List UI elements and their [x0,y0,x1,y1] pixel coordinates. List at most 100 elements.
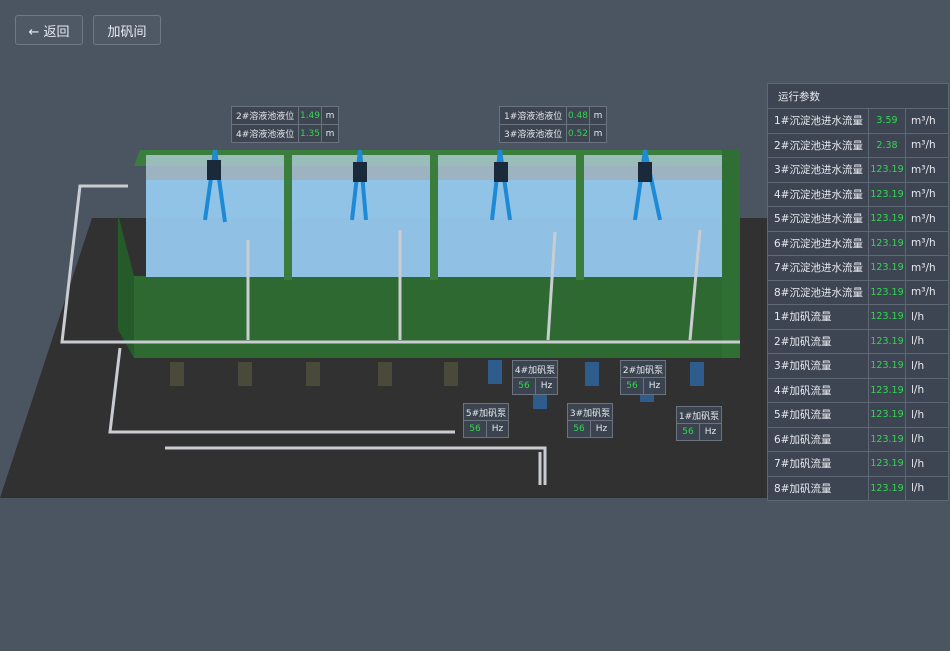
param-value: 123.19 [869,354,906,378]
param-name: 7#加矾流量 [768,452,869,476]
param-name: 8#加矾流量 [768,476,869,500]
param-name: 4#加矾流量 [768,378,869,402]
level-panel: 2#溶液池液位 1.49 m 4#溶液池液位 1.35 m [231,106,339,143]
level-value: 0.48 [567,107,590,124]
level-unit: m [325,110,335,121]
param-value: 123.19 [869,305,906,329]
pump-value: 56 [677,424,700,440]
param-value: 123.19 [869,280,906,304]
pump-name: 5#加矾泵 [464,404,508,421]
level-name: 3#溶液池液位 [500,125,567,142]
param-value: 123.19 [869,427,906,451]
param-unit: l/h [911,482,925,495]
back-button[interactable]: ← 返回 [15,15,83,45]
params-row: 8#加矾流量 123.19 l/h [768,476,948,500]
params-row: 4#沉淀池进水流量 123.19 m³/h [768,182,948,207]
param-value: 123.19 [869,329,906,353]
param-unit: m³/h [911,163,936,176]
pump-unit: Hz [540,381,553,391]
pump-value: 56 [568,421,591,437]
level-unit: m [593,110,603,121]
pump-value: 56 [513,378,536,394]
param-unit: m³/h [911,114,936,127]
param-name: 6#加矾流量 [768,427,869,451]
param-value: 123.19 [869,207,906,231]
pump-value: 56 [621,378,644,394]
params-row: 7#沉淀池进水流量 123.19 m³/h [768,256,948,281]
tank-compartment-4 [584,155,722,277]
level-unit: m [593,128,603,139]
param-unit: l/h [911,457,925,470]
param-unit: m³/h [911,286,936,299]
params-row: 2#沉淀池进水流量 2.38 m³/h [768,133,948,158]
params-row: 4#加矾流量 123.19 l/h [768,378,948,403]
param-name: 6#沉淀池进水流量 [768,231,869,255]
params-row: 6#加矾流量 123.19 l/h [768,427,948,452]
pump-value: 56 [464,421,487,437]
param-value: 123.19 [869,256,906,280]
param-unit: l/h [911,359,925,372]
tank-body-front [134,276,740,358]
params-row: 3#沉淀池进水流量 123.19 m³/h [768,158,948,183]
level-value: 0.52 [567,125,590,142]
param-value: 123.19 [869,182,906,206]
param-unit: l/h [911,408,925,421]
pump-name: 2#加矾泵 [621,361,665,378]
param-value: 123.19 [869,378,906,402]
pump-unit: Hz [595,424,608,434]
pump-label: 5#加矾泵 56 Hz [463,403,509,438]
param-name: 8#沉淀池进水流量 [768,280,869,304]
param-name: 2#沉淀池进水流量 [768,133,869,157]
params-row: 1#加矾流量 123.19 l/h [768,305,948,330]
params-row: 2#加矾流量 123.19 l/h [768,329,948,354]
pump-label: 4#加矾泵 56 Hz [512,360,558,395]
params-row: 5#沉淀池进水流量 123.19 m³/h [768,207,948,232]
params-row: 5#加矾流量 123.19 l/h [768,403,948,428]
param-unit: m³/h [911,139,936,152]
param-value: 3.59 [869,109,906,133]
pump-label: 3#加矾泵 56 Hz [567,403,613,438]
level-name: 1#溶液池液位 [500,107,567,124]
param-value: 123.19 [869,231,906,255]
pump-unit: Hz [648,381,661,391]
param-value: 123.19 [869,452,906,476]
param-unit: m³/h [911,261,936,274]
pump-name: 1#加矾泵 [677,407,721,424]
pump-unit: Hz [704,427,717,437]
param-name: 5#沉淀池进水流量 [768,207,869,231]
param-unit: l/h [911,335,925,348]
param-name: 2#加矾流量 [768,329,869,353]
param-value: 2.38 [869,133,906,157]
param-name: 1#加矾流量 [768,305,869,329]
params-title: 运行参数 [768,84,948,109]
dosing-room-button[interactable]: 加矾间 [93,15,161,45]
operating-params-panel: 运行参数 1#沉淀池进水流量 3.59 m³/h 2#沉淀池进水流量 2.38 m³/h 3… [767,83,949,501]
level-value: 1.35 [299,125,322,142]
pump-name: 3#加矾泵 [568,404,612,421]
pump-name: 4#加矾泵 [513,361,557,378]
param-name: 1#沉淀池进水流量 [768,109,869,133]
param-unit: l/h [911,433,925,446]
param-unit: l/h [911,384,925,397]
level-unit: m [325,128,335,139]
pump-label: 2#加矾泵 56 Hz [620,360,666,395]
params-row: 8#沉淀池进水流量 123.19 m³/h [768,280,948,305]
param-name: 4#沉淀池进水流量 [768,182,869,206]
level-value: 1.49 [299,107,322,124]
params-row: 3#加矾流量 123.19 l/h [768,354,948,379]
param-unit: l/h [911,310,925,323]
param-value: 123.19 [869,476,906,500]
params-row: 6#沉淀池进水流量 123.19 m³/h [768,231,948,256]
param-name: 7#沉淀池进水流量 [768,256,869,280]
params-row: 1#沉淀池进水流量 3.59 m³/h [768,109,948,134]
param-name: 3#加矾流量 [768,354,869,378]
params-row: 7#加矾流量 123.19 l/h [768,452,948,477]
param-name: 3#沉淀池进水流量 [768,158,869,182]
pump-unit: Hz [491,424,504,434]
param-value: 123.19 [869,158,906,182]
level-name: 4#溶液池液位 [232,125,299,142]
param-unit: m³/h [911,212,936,225]
param-unit: m³/h [911,188,936,201]
level-panel: 1#溶液池液位 0.48 m 3#溶液池液位 0.52 m [499,106,607,143]
level-name: 2#溶液池液位 [232,107,299,124]
